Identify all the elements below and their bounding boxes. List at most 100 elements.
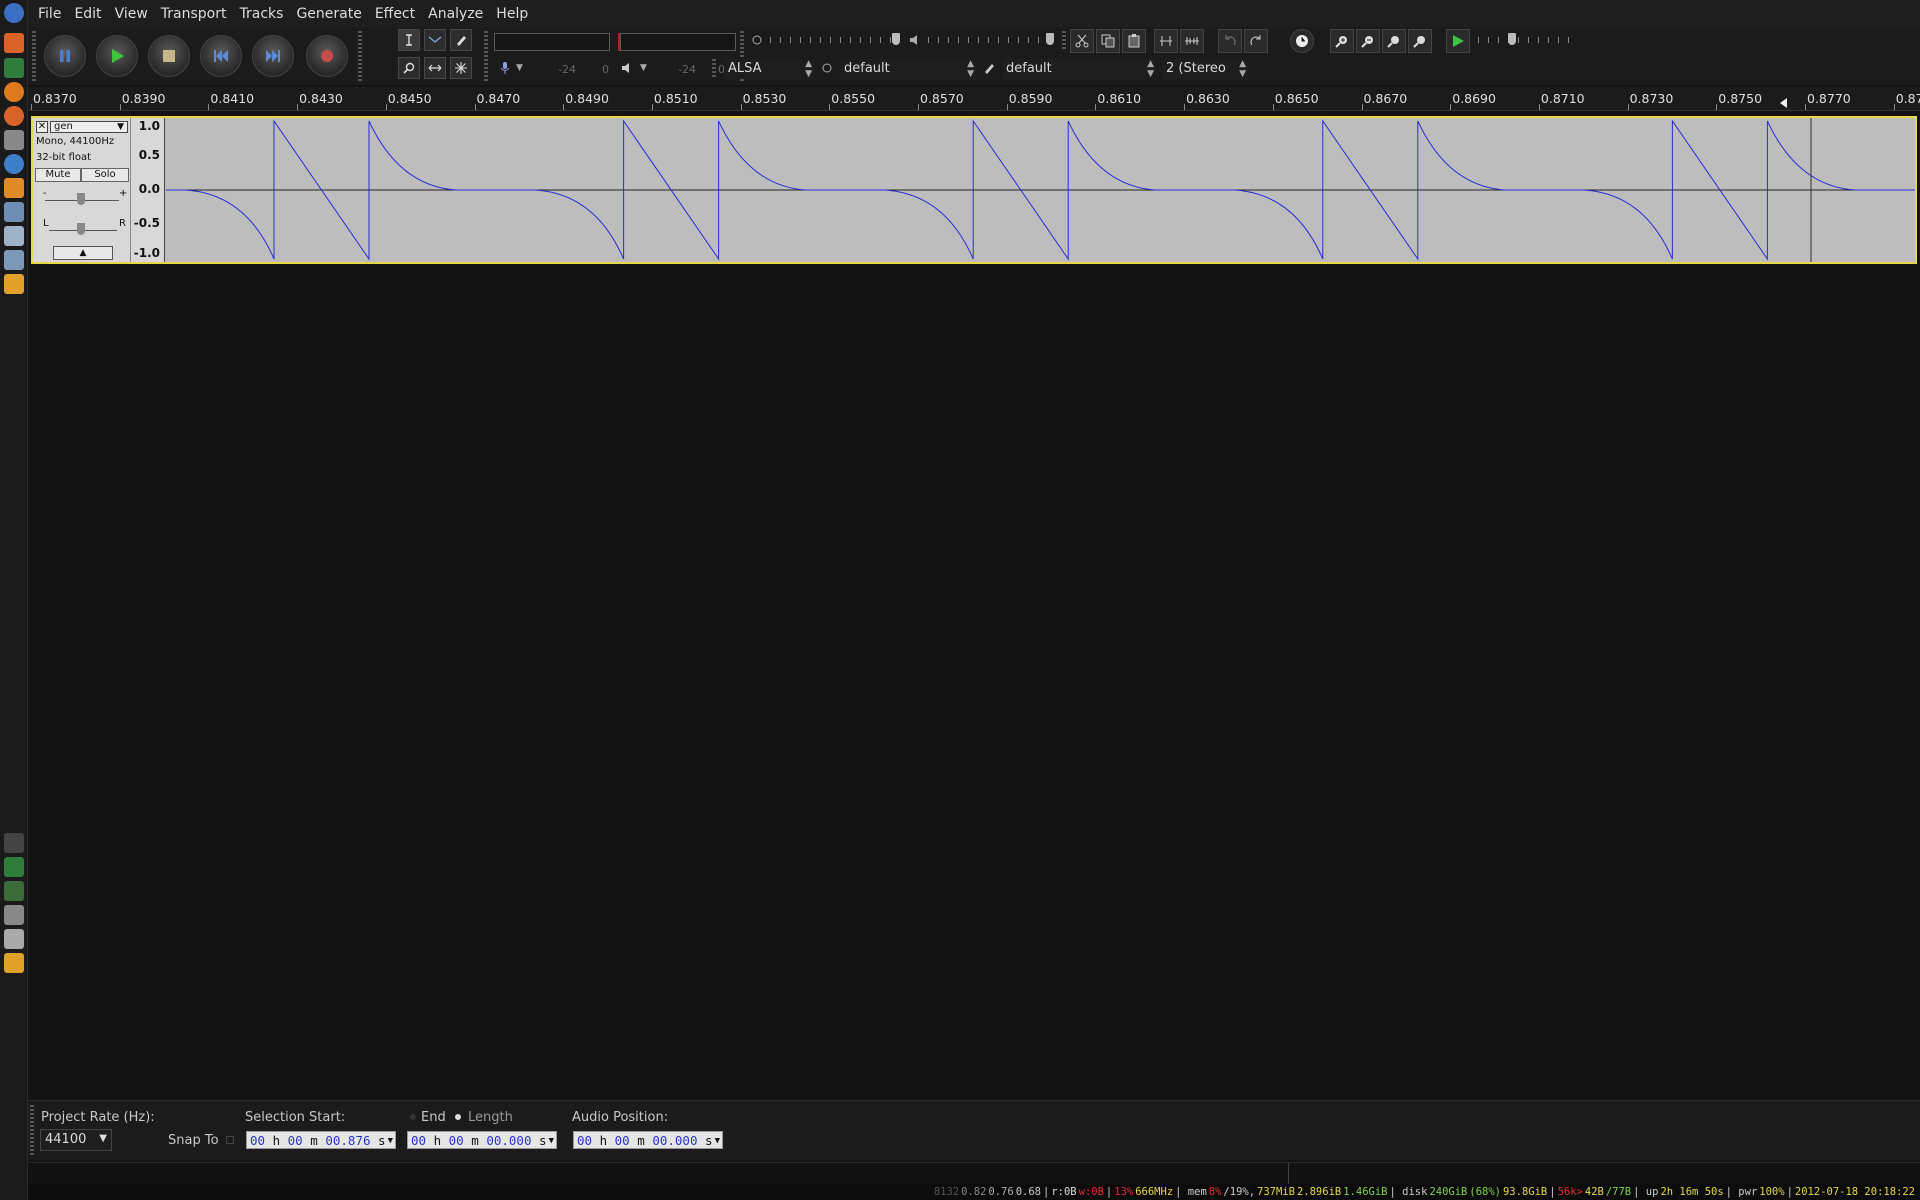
ruler-tick-label: 0.8490 (565, 91, 609, 106)
selection-grip[interactable] (30, 1105, 34, 1155)
timeline-ruler[interactable]: 0.8370 0.8390 0.8410 0.8430 0.8450 0.8470 0.84… (28, 87, 1920, 111)
silence-button[interactable] (1180, 29, 1204, 53)
record-button[interactable] (306, 35, 348, 77)
ruler-tick-mark (474, 104, 476, 110)
folder-icon[interactable] (4, 178, 24, 198)
ruler-tick-label: 0.8570 (920, 91, 964, 106)
snap-to-label: Snap To (168, 1133, 219, 1148)
draw-tool[interactable] (450, 29, 472, 51)
play-launcher-icon[interactable] (4, 58, 24, 78)
firefox-icon-2[interactable] (4, 82, 24, 102)
copy-button[interactable] (1096, 29, 1120, 53)
ruler-tick-mark (1450, 104, 1452, 110)
play-button[interactable] (96, 35, 138, 77)
playback-device-select[interactable]: default ▲ ▼ (1002, 59, 1156, 79)
undo-button[interactable] (1218, 29, 1242, 53)
wifi-icon[interactable] (4, 929, 24, 949)
device-grip[interactable] (712, 59, 716, 79)
firefox-icon[interactable] (4, 33, 24, 53)
menu-effect[interactable]: Effect (375, 6, 415, 22)
audio-position-time[interactable]: 00 h 00 m 00.000 s ▼ (573, 1131, 723, 1149)
envelope-tool[interactable] (424, 29, 446, 51)
redo-button[interactable] (1244, 29, 1268, 53)
recording-device-select[interactable]: default ▲ ▼ (840, 59, 976, 79)
record-meter[interactable] (494, 33, 610, 51)
selection-tool[interactable] (398, 29, 420, 51)
audio-host-select[interactable]: ALSA ▲ ▼ (724, 59, 814, 79)
close-track-icon[interactable]: ✕ (36, 121, 48, 133)
input-volume-slider[interactable] (770, 37, 900, 43)
menu-view[interactable]: View (115, 6, 148, 22)
output-volume-slider[interactable] (928, 37, 1054, 43)
channels-select[interactable]: 2 (Stereo ▲ ▼ (1162, 59, 1248, 79)
menu-tracks[interactable]: Tracks (240, 6, 284, 22)
window-icon-2[interactable] (4, 226, 24, 246)
tools-grip[interactable] (358, 31, 362, 81)
pause-button[interactable] (44, 35, 86, 77)
menu-analyze[interactable]: Analyze (428, 6, 483, 22)
input-volume-thumb[interactable] (892, 33, 900, 45)
skip-start-button[interactable] (200, 35, 242, 77)
snap-to-checkbox[interactable] (226, 1136, 234, 1144)
zoom-in-button[interactable] (1330, 29, 1354, 53)
sysbar-segment: 666MHz (1135, 1186, 1174, 1198)
fit-selection-button[interactable] (1382, 29, 1406, 53)
time-shift-tool[interactable] (424, 57, 446, 79)
gain-slider-thumb[interactable] (77, 193, 85, 205)
selection-start-time[interactable]: 00 h 00 m 00.876 s ▼ (246, 1131, 396, 1149)
pan-slider-thumb[interactable] (77, 223, 85, 235)
menu-file[interactable]: File (38, 6, 61, 22)
output-volume-thumb[interactable] (1046, 33, 1054, 45)
fit-project-button[interactable] (1408, 29, 1432, 53)
playback-meter-dropdown-icon[interactable]: ▼ (640, 63, 647, 73)
mute-button[interactable]: Mute (35, 168, 81, 182)
menu-generate[interactable]: Generate (296, 6, 361, 22)
solo-button[interactable]: Solo (81, 168, 129, 182)
close-x-icon-2[interactable] (4, 953, 24, 973)
skip-end-button[interactable] (252, 35, 294, 77)
play-speed-slider[interactable] (1478, 37, 1574, 43)
end-radio[interactable] (410, 1114, 416, 1120)
playback-meter[interactable] (620, 33, 736, 51)
browser-icon[interactable] (4, 106, 24, 126)
close-x-icon[interactable] (4, 274, 24, 294)
stop-button[interactable] (148, 35, 190, 77)
cut-button[interactable] (1070, 29, 1094, 53)
play-head-marker[interactable] (1780, 98, 1787, 108)
menu-transport[interactable]: Transport (161, 6, 227, 22)
meter-grip[interactable] (484, 31, 488, 81)
gear-icon[interactable] (4, 3, 24, 23)
length-radio[interactable] (455, 1114, 461, 1120)
keyboard-icon[interactable] (4, 905, 24, 925)
window-icon-3[interactable] (4, 250, 24, 270)
sync-lock-button[interactable] (1290, 29, 1314, 53)
waveform[interactable] (166, 118, 1915, 262)
collapse-track-button[interactable]: ▲ (53, 246, 113, 260)
audio-track[interactable]: ✕ gen ▼ Mono, 44100Hz 32-bit float Mute … (31, 116, 1917, 264)
zoom-out-button[interactable] (1356, 29, 1380, 53)
vertical-scale[interactable]: 1.0 0.5 0.0 -0.5 -1.0 (131, 118, 165, 262)
bluetooth-icon[interactable] (4, 833, 24, 853)
record-meter-dropdown-icon[interactable]: ▼ (516, 63, 523, 73)
printer-icon[interactable] (4, 130, 24, 150)
play-speed-thumb[interactable] (1508, 33, 1516, 45)
play-at-speed-button[interactable] (1446, 29, 1470, 53)
selection-length-time[interactable]: 00 h 00 m 00.000 s ▼ (407, 1131, 557, 1149)
edit-grip[interactable] (1062, 31, 1066, 51)
sysbar-segment: | (1549, 1186, 1556, 1198)
sysbar-segment: 0.82 (961, 1186, 987, 1198)
trim-button[interactable] (1154, 29, 1178, 53)
image-viewer-icon[interactable] (4, 881, 24, 901)
paste-button[interactable] (1122, 29, 1146, 53)
window-icon[interactable] (4, 202, 24, 222)
multi-tool[interactable] (450, 57, 472, 79)
track-name-menu[interactable]: gen ▼ (50, 121, 128, 133)
network-globe-icon[interactable] (4, 154, 24, 174)
menu-help[interactable]: Help (496, 6, 528, 22)
zoom-tool[interactable] (398, 57, 420, 79)
menu-edit[interactable]: Edit (74, 6, 101, 22)
play-launcher-icon-2[interactable] (4, 857, 24, 877)
toolbar-grip[interactable] (32, 31, 36, 81)
pause-icon (60, 50, 70, 62)
project-rate-combo[interactable]: 44100 ▼ (40, 1129, 112, 1151)
